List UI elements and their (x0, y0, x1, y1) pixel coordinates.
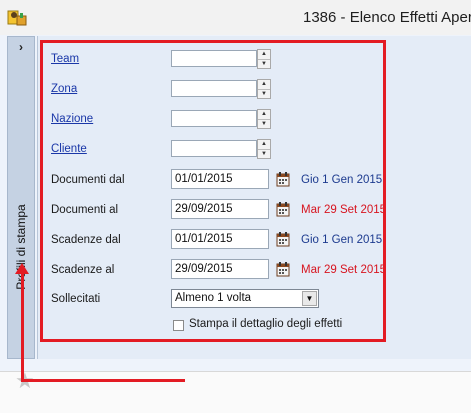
print-detail-checkbox[interactable] (173, 320, 184, 331)
documenti-al-label: Documenti al (51, 204, 119, 216)
annotation-arrow-head (15, 263, 29, 274)
documenti-al-weekday: Mar 29 Set 2015 (301, 204, 387, 216)
cliente-input[interactable] (171, 140, 257, 157)
nazione-spinner[interactable]: ▲ ▼ (257, 109, 271, 129)
zona-spinner[interactable]: ▲ ▼ (257, 79, 271, 99)
scadenze-al-weekday: Mar 29 Set 2015 (301, 264, 387, 276)
title-bar: 1386 - Elenco Effetti Aper (0, 0, 471, 36)
window-title: 1386 - Elenco Effetti Aper (303, 9, 471, 26)
spin-down-icon[interactable]: ▼ (258, 59, 270, 69)
bottom-bar (0, 371, 471, 413)
documenti-dal-weekday: Gio 1 Gen 2015 (301, 174, 383, 186)
calendar-icon[interactable] (276, 261, 290, 277)
cliente-spinner[interactable]: ▲ ▼ (257, 139, 271, 159)
spin-up-icon[interactable]: ▲ (258, 110, 270, 119)
team-label[interactable]: Team (51, 53, 79, 65)
scadenze-dal-label: Scadenze dal (51, 234, 121, 246)
chevron-right-icon[interactable]: › (8, 37, 34, 57)
nazione-label[interactable]: Nazione (51, 113, 93, 125)
documenti-dal-label: Documenti dal (51, 174, 125, 186)
scadenze-dal-weekday: Gio 1 Gen 2015 (301, 234, 383, 246)
team-input[interactable] (171, 50, 257, 67)
spin-down-icon[interactable]: ▼ (258, 89, 270, 99)
chevron-down-icon[interactable]: ▼ (302, 291, 317, 306)
spin-up-icon[interactable]: ▲ (258, 140, 270, 149)
documenti-al-input[interactable]: 29/09/2015 (171, 199, 269, 219)
scadenze-dal-input[interactable]: 01/01/2015 (171, 229, 269, 249)
cliente-label[interactable]: Cliente (51, 143, 87, 155)
spin-down-icon[interactable]: ▼ (258, 119, 270, 129)
app-icon[interactable] (6, 7, 28, 27)
spin-down-icon[interactable]: ▼ (258, 149, 270, 159)
calendar-icon[interactable] (276, 231, 290, 247)
calendar-icon[interactable] (276, 171, 290, 187)
zona-input[interactable] (171, 80, 257, 97)
team-spinner[interactable]: ▲ ▼ (257, 49, 271, 69)
documenti-dal-input[interactable]: 01/01/2015 (171, 169, 269, 189)
nazione-input[interactable] (171, 110, 257, 127)
spin-up-icon[interactable]: ▲ (258, 80, 270, 89)
zona-label[interactable]: Zona (51, 83, 77, 95)
print-detail-label[interactable]: Stampa il dettaglio degli effetti (189, 318, 342, 330)
sollecitati-label: Sollecitati (51, 293, 101, 305)
spin-up-icon[interactable]: ▲ (258, 50, 270, 59)
sollecitati-select[interactable]: Almeno 1 volta ▼ (171, 289, 319, 308)
scadenze-al-input[interactable]: 29/09/2015 (171, 259, 269, 279)
scadenze-al-label: Scadenze al (51, 264, 115, 276)
annotation-arrow-line (21, 379, 185, 382)
calendar-icon[interactable] (276, 201, 290, 217)
sollecitati-value: Almeno 1 volta (175, 292, 252, 304)
annotation-arrow-shaft (21, 272, 24, 382)
